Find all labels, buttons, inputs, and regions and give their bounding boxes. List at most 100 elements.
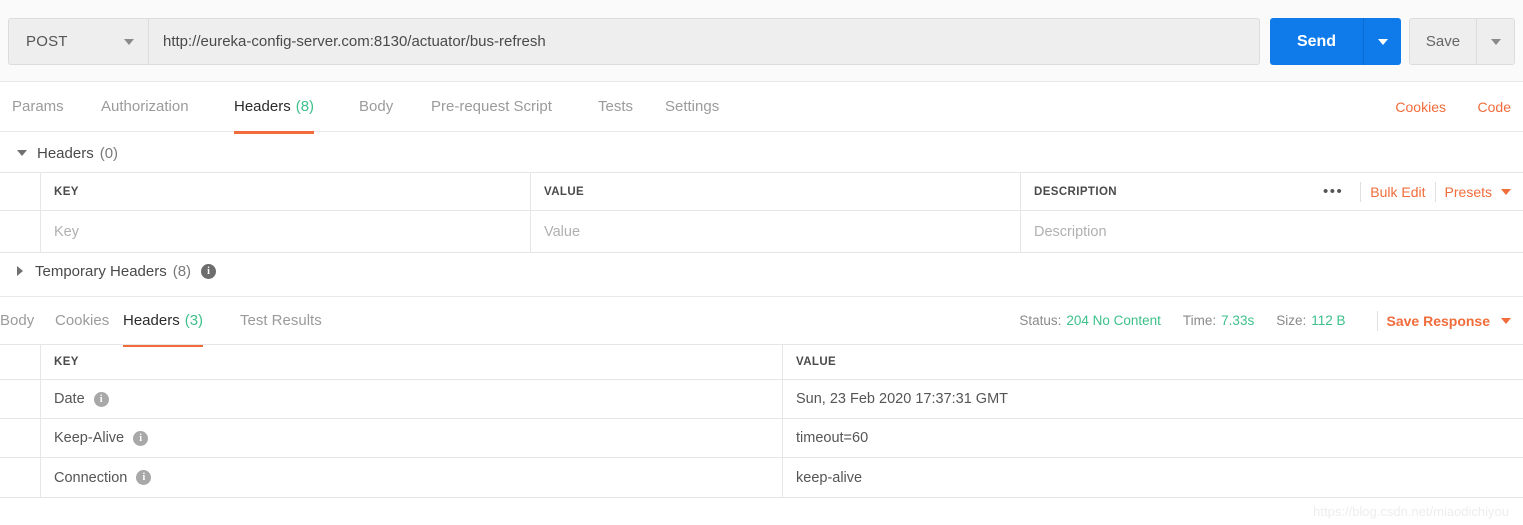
request-url-text: http://eureka-config-server.com:8130/act… xyxy=(163,33,546,50)
gutter-cell xyxy=(0,380,41,418)
table-row: Date i Sun, 23 Feb 2020 17:37:31 GMT xyxy=(0,380,1523,419)
response-tab-test-results[interactable]: Test Results xyxy=(240,297,322,344)
time-value: 7.33s xyxy=(1221,313,1255,328)
description-input-cell[interactable]: Description xyxy=(1021,211,1523,252)
response-headers-table: KEY VALUE Date i Sun, 23 Feb 2020 17:37:… xyxy=(0,344,1523,498)
tab-authorization[interactable]: Authorization xyxy=(101,82,189,131)
response-header-value: keep-alive xyxy=(796,469,863,486)
headers-table-actions: ••• Bulk Edit Presets xyxy=(1315,173,1523,210)
info-icon[interactable]: i xyxy=(133,430,149,446)
size-value: 112 B xyxy=(1311,313,1346,328)
tab-label: Body xyxy=(359,98,394,115)
tab-label: Headers xyxy=(123,312,180,329)
column-header-value: VALUE xyxy=(783,345,1523,379)
tab-pre-request-script[interactable]: Pre-request Script xyxy=(431,82,552,131)
response-tab-headers[interactable]: Headers (3) xyxy=(123,297,204,347)
response-header-key-cell: Keep-Alive i xyxy=(41,419,783,457)
column-header-key: KEY xyxy=(41,345,783,379)
cookies-link[interactable]: Cookies xyxy=(1395,82,1446,131)
send-button-group: Send xyxy=(1270,18,1401,65)
response-header-value-cell: keep-alive xyxy=(783,458,1523,497)
request-url-input[interactable]: http://eureka-config-server.com:8130/act… xyxy=(148,18,1260,65)
table-row: Connection i keep-alive xyxy=(0,458,1523,497)
table-header-row: KEY VALUE DESCRIPTION ••• Bulk Edit Pres… xyxy=(0,173,1523,211)
tab-label: Cookies xyxy=(55,312,110,329)
tab-params[interactable]: Params xyxy=(12,82,64,131)
column-header-label: KEY xyxy=(54,185,79,198)
headers-section-title: Headers xyxy=(37,144,94,162)
column-header-label: KEY xyxy=(54,356,79,368)
table-header-row: KEY VALUE xyxy=(0,345,1523,380)
request-url-bar: POST http://eureka-config-server.com:813… xyxy=(0,0,1523,82)
tab-label: Headers xyxy=(234,98,291,115)
column-header-label: VALUE xyxy=(796,356,837,368)
tab-count: (8) xyxy=(295,98,315,115)
headers-section-toggle[interactable]: Headers (0) xyxy=(17,143,118,163)
info-icon[interactable]: i xyxy=(201,263,217,279)
response-header-key: Keep-Alive xyxy=(54,430,125,446)
temporary-headers-count: (8) xyxy=(172,262,192,280)
response-header-value: timeout=60 xyxy=(796,430,869,446)
save-response-button[interactable]: Save Response xyxy=(1387,313,1511,329)
response-status-bar: Status: 204 No Content Time: 7.33s Size:… xyxy=(1019,297,1511,344)
http-method-select[interactable]: POST xyxy=(8,18,148,65)
tab-settings[interactable]: Settings xyxy=(665,82,719,131)
save-options-button[interactable] xyxy=(1476,19,1514,64)
temporary-headers-toggle[interactable]: Temporary Headers (8) i xyxy=(17,261,217,281)
description-placeholder: Description xyxy=(1034,223,1107,240)
size-label: Size: xyxy=(1276,313,1307,328)
value-placeholder: Value xyxy=(544,223,581,240)
tab-label: Params xyxy=(12,98,64,115)
tab-label: Test Results xyxy=(240,312,322,329)
value-input-cell[interactable]: Value xyxy=(531,211,1021,252)
response-header-value-cell: timeout=60 xyxy=(783,419,1523,457)
response-header-key: Connection xyxy=(54,469,128,486)
tab-body[interactable]: Body xyxy=(359,82,393,131)
column-header-key: KEY xyxy=(41,173,531,210)
request-tab-bar: Params Authorization Headers (8) Body Pr… xyxy=(0,82,1523,134)
presets-button[interactable]: Presets xyxy=(1445,184,1511,200)
triangle-down-icon xyxy=(17,150,27,156)
save-button-group: Save xyxy=(1409,18,1515,65)
response-tab-cookies[interactable]: Cookies xyxy=(55,297,109,344)
gutter-cell xyxy=(0,419,41,457)
tab-label: Pre-request Script xyxy=(431,98,552,115)
bulk-edit-button[interactable]: Bulk Edit xyxy=(1370,184,1425,200)
tab-headers[interactable]: Headers (8) xyxy=(234,82,315,134)
time-label: Time: xyxy=(1182,313,1217,328)
response-header-key-cell: Date i xyxy=(41,380,783,418)
status-value: 204 No Content xyxy=(1066,313,1161,328)
column-header-value: VALUE xyxy=(531,173,1021,210)
send-options-button[interactable] xyxy=(1363,18,1401,65)
code-link[interactable]: Code xyxy=(1478,82,1511,131)
key-input-cell[interactable]: Key xyxy=(41,211,531,252)
row-checkbox-cell[interactable] xyxy=(0,211,41,252)
ellipsis-icon[interactable]: ••• xyxy=(1315,183,1351,200)
send-button[interactable]: Send xyxy=(1270,18,1363,65)
chevron-down-icon xyxy=(124,38,134,45)
tab-tests[interactable]: Tests xyxy=(598,82,633,131)
info-icon[interactable]: i xyxy=(93,391,109,407)
response-tab-body[interactable]: Body xyxy=(0,297,34,344)
request-headers-table: KEY VALUE DESCRIPTION ••• Bulk Edit Pres… xyxy=(0,172,1523,253)
headers-section-count: (0) xyxy=(99,144,119,162)
info-icon[interactable]: i xyxy=(136,470,152,485)
table-row[interactable]: Key Value Description xyxy=(0,211,1523,252)
table-row: Keep-Alive i timeout=60 xyxy=(0,419,1523,458)
key-placeholder: Key xyxy=(54,223,79,240)
response-header-key: Date xyxy=(54,391,85,407)
response-header-value: Sun, 23 Feb 2020 17:37:31 GMT xyxy=(796,391,1008,407)
select-all-checkbox-cell[interactable] xyxy=(0,173,41,210)
http-method-label: POST xyxy=(26,33,68,50)
temporary-headers-title: Temporary Headers xyxy=(35,262,167,280)
tab-label: Tests xyxy=(598,98,634,115)
status-label: Status: xyxy=(1019,313,1062,328)
chevron-down-icon xyxy=(1490,38,1501,45)
response-tab-bar: Body Cookies Headers (3) Test Results St… xyxy=(0,296,1523,347)
triangle-right-icon xyxy=(17,266,23,276)
response-header-key-cell: Connection i xyxy=(41,458,783,497)
chevron-down-icon xyxy=(1501,317,1511,324)
chevron-down-icon xyxy=(1501,188,1511,195)
save-button[interactable]: Save xyxy=(1410,19,1476,64)
tab-count: (3) xyxy=(184,312,204,329)
